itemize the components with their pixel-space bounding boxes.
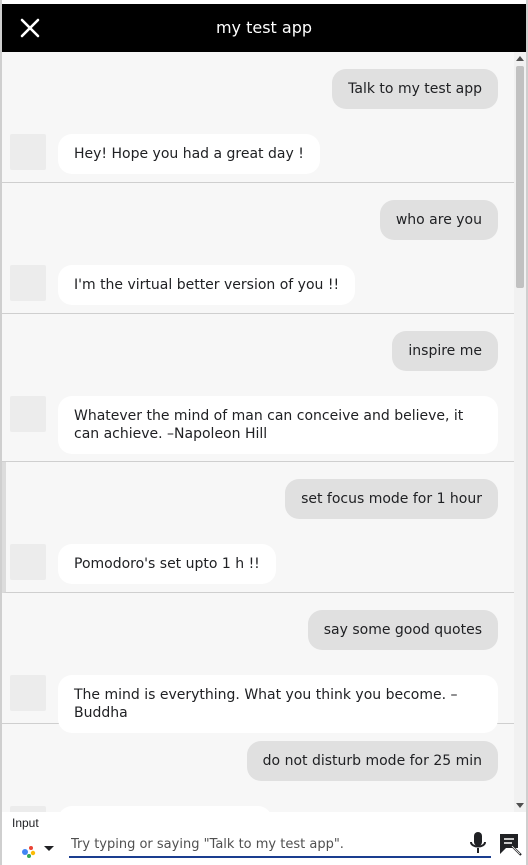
app-header: my test app xyxy=(2,4,526,52)
conversation-turn: Talk to my test app Hey! Hope you had a … xyxy=(2,52,514,183)
conversation-panel[interactable]: Talk to my test app Hey! Hope you had a … xyxy=(2,52,514,812)
scroll-down-arrow-icon[interactable] xyxy=(516,803,524,808)
chat-scrollbar[interactable] xyxy=(514,52,526,812)
bot-avatar xyxy=(10,265,46,301)
input-label: Input xyxy=(12,816,39,830)
user-message: Talk to my test app xyxy=(332,69,498,109)
bot-message: Hey! Hope you had a great day ! xyxy=(58,134,320,174)
scrollbar-thumb[interactable] xyxy=(516,66,524,288)
user-message: who are you xyxy=(379,200,498,240)
conversation-turn: do not disturb mode for 25 min xyxy=(2,724,514,812)
bot-avatar xyxy=(10,134,46,170)
bot-avatar xyxy=(10,396,46,432)
conversation-turn: set focus mode for 1 hour Pomodoro's set… xyxy=(2,462,514,593)
conversation-turn: inspire me Whatever the mind of man can … xyxy=(2,314,514,462)
input-footer: Input xyxy=(2,812,526,865)
app-title: my test app xyxy=(215,18,313,37)
bot-avatar xyxy=(10,675,46,711)
bot-avatar xyxy=(10,544,46,580)
bot-message: Whatever the mind of man can conceive an… xyxy=(58,396,498,454)
user-message: set focus mode for 1 hour xyxy=(285,479,498,519)
user-message: inspire me xyxy=(392,331,498,371)
query-input[interactable] xyxy=(69,832,491,858)
conversation-turn: say some good quotes The mind is everyth… xyxy=(2,593,514,733)
send-message-icon[interactable] xyxy=(498,832,522,856)
user-message: say some good quotes xyxy=(307,610,498,650)
conversation-turn: who are you I'm the virtual better versi… xyxy=(2,183,514,314)
microphone-icon[interactable] xyxy=(468,830,488,856)
scroll-up-arrow-icon[interactable] xyxy=(516,56,524,61)
bot-message: I'm the virtual better version of you !! xyxy=(58,265,356,305)
google-assistant-icon[interactable] xyxy=(20,836,60,860)
user-message: do not disturb mode for 25 min xyxy=(246,741,498,781)
bot-message: Pomodoro's set upto 1 h !! xyxy=(58,544,276,584)
